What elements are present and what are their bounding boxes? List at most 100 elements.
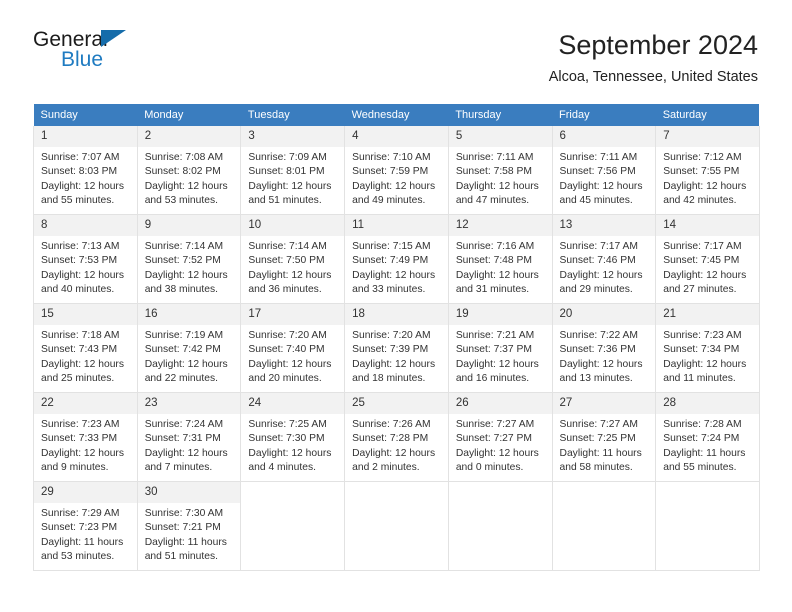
day-details: Sunrise: 7:15 AM Sunset: 7:49 PM Daylight:… [345,236,448,298]
sunrise-text: Sunrise: 7:13 AM [41,241,120,252]
general-blue-logo[interactable]: General Blue [33,28,233,84]
day-number: 6 [552,126,656,147]
calendar-week-row: 22 Sunrise: 7:23 AM Sunset: 7:33 PM Dayligh… [33,392,760,482]
calendar-day-cell[interactable]: 22 Sunrise: 7:23 AM Sunset: 7:33 PM Dayligh… [33,392,138,482]
calendar-day-cell[interactable]: 27 Sunrise: 7:27 AM Sunset: 7:25 PM Dayligh… [551,392,657,482]
calendar-day-cell[interactable]: 30 Sunrise: 7:30 AM Sunset: 7:21 PM Dayligh… [136,481,242,571]
calendar-day-cell[interactable]: 13 Sunrise: 7:17 AM Sunset: 7:46 PM Dayligh… [551,214,657,304]
calendar-day-cell[interactable]: 21 Sunrise: 7:23 AM Sunset: 7:34 PM Dayligh… [655,303,760,393]
sunrise-text: Sunrise: 7:27 AM [455,419,535,430]
daylight-text-line1: Daylight: 12 hours [352,269,436,281]
sunrise-text: Sunrise: 7:25 AM [248,419,327,430]
sunrise-text: Sunrise: 7:21 AM [455,330,535,341]
day-number: 9 [137,215,241,236]
calendar-day-cell[interactable]: 17 Sunrise: 7:20 AM Sunset: 7:40 PM Dayligh… [240,303,346,393]
calendar-day-cell[interactable]: 14 Sunrise: 7:17 AM Sunset: 7:45 PM Dayligh… [655,214,760,304]
day-details: Sunrise: 7:20 AM Sunset: 7:40 PM Daylight:… [241,325,344,387]
sunset-text: Sunset: 8:02 PM [144,166,221,178]
sunrise-text: Sunrise: 7:11 AM [559,152,638,163]
day-details: Sunrise: 7:17 AM Sunset: 7:46 PM Daylight:… [553,236,656,298]
sunset-text: Sunset: 7:37 PM [455,344,532,356]
daylight-text-line2: and 40 minutes. [41,284,115,296]
day-details: Sunrise: 7:09 AM Sunset: 8:01 PM Daylight:… [241,147,344,209]
calendar-day-cell[interactable]: 1 Sunrise: 7:07 AM Sunset: 8:03 PM Daylight… [33,126,138,215]
calendar-day-cell[interactable]: 19 Sunrise: 7:21 AM Sunset: 7:37 PM Dayligh… [447,303,553,393]
day-details: Sunrise: 7:27 AM Sunset: 7:27 PM Daylight:… [449,414,552,476]
day-details: Sunrise: 7:22 AM Sunset: 7:36 PM Daylight:… [553,325,656,387]
daylight-text-line2: and 9 minutes. [41,462,109,474]
calendar-day-cell[interactable]: 4 Sunrise: 7:10 AM Sunset: 7:59 PM Daylight… [344,126,449,215]
daylight-text-line2: and 38 minutes. [144,284,218,296]
triangle-icon [101,30,126,47]
day-details: Sunrise: 7:28 AM Sunset: 7:24 PM Daylight:… [656,414,759,476]
daylight-text-line1: Daylight: 12 hours [559,269,643,281]
sunset-text: Sunset: 7:23 PM [41,522,118,534]
calendar-day-cell[interactable]: 10 Sunrise: 7:14 AM Sunset: 7:50 PM Dayligh… [240,214,346,304]
daylight-text-line1: Daylight: 12 hours [352,447,436,459]
calendar-day-cell[interactable]: 20 Sunrise: 7:22 AM Sunset: 7:36 PM Dayligh… [551,303,657,393]
calendar-day-cell[interactable]: 8 Sunrise: 7:13 AM Sunset: 7:53 PM Daylight… [33,214,138,304]
daylight-text-line2: and 25 minutes. [41,373,115,385]
daylight-text-line2: and 31 minutes. [455,284,530,296]
daylight-text-line1: Daylight: 12 hours [352,180,436,192]
sunset-text: Sunset: 7:21 PM [144,522,221,534]
daylight-text-line1: Daylight: 12 hours [41,180,124,192]
day-number: 23 [137,393,241,414]
day-details: Sunrise: 7:30 AM Sunset: 7:21 PM Daylight:… [138,503,241,565]
sunrise-text: Sunrise: 7:19 AM [144,330,224,341]
calendar-day-cell[interactable]: 26 Sunrise: 7:27 AM Sunset: 7:27 PM Dayligh… [447,392,553,482]
calendar-day-cell[interactable]: 29 Sunrise: 7:29 AM Sunset: 7:23 PM Dayligh… [33,481,138,571]
daylight-text-line1: Daylight: 12 hours [144,447,228,459]
daylight-text-line1: Daylight: 12 hours [455,358,539,370]
daylight-text-line2: and 47 minutes. [455,195,530,207]
day-details: Sunrise: 7:19 AM Sunset: 7:42 PM Daylight:… [138,325,241,387]
calendar-day-cell[interactable]: 3 Sunrise: 7:09 AM Sunset: 8:01 PM Daylight… [240,126,346,215]
calendar-day-cell[interactable]: 9 Sunrise: 7:14 AM Sunset: 7:52 PM Daylight… [136,214,242,304]
calendar-day-cell[interactable]: 11 Sunrise: 7:15 AM Sunset: 7:49 PM Dayligh… [344,214,449,304]
calendar-day-cell[interactable]: 23 Sunrise: 7:24 AM Sunset: 7:31 PM Dayligh… [136,392,242,482]
sunrise-text: Sunrise: 7:23 AM [663,330,742,341]
calendar-day-cell[interactable]: 28 Sunrise: 7:28 AM Sunset: 7:24 PM Dayligh… [655,392,760,482]
day-number: 21 [656,304,759,325]
sunrise-text: Sunrise: 7:27 AM [559,419,638,430]
calendar-day-cell[interactable]: 2 Sunrise: 7:08 AM Sunset: 8:02 PM Daylight… [136,126,242,215]
calendar-header-row: Sunday Monday Tuesday Wednesday Thursday Frid… [33,104,760,126]
sunrise-text: Sunrise: 7:10 AM [352,152,431,163]
calendar-day-cell[interactable]: 5 Sunrise: 7:11 AM Sunset: 7:58 PM Daylight… [447,126,553,215]
daylight-text-line2: and 45 minutes. [559,195,633,207]
calendar-day-cell[interactable]: 15 Sunrise: 7:18 AM Sunset: 7:43 PM Dayligh… [33,303,138,393]
sunset-text: Sunset: 7:36 PM [559,344,636,356]
weekday-header-saturday: Saturday [655,104,760,126]
calendar-day-cell[interactable]: 16 Sunrise: 7:19 AM Sunset: 7:42 PM Dayligh… [136,303,242,393]
calendar-day-cell[interactable]: 24 Sunrise: 7:25 AM Sunset: 7:30 PM Dayligh… [240,392,346,482]
day-number: 5 [448,126,552,147]
daylight-text-line1: Daylight: 11 hours [559,447,642,459]
daylight-text-line1: Daylight: 12 hours [144,358,228,370]
sunset-text: Sunset: 7:46 PM [559,255,636,267]
calendar-day-cell[interactable]: 6 Sunrise: 7:11 AM Sunset: 7:56 PM Daylight… [551,126,657,215]
daylight-text-line2: and 11 minutes. [663,373,736,385]
calendar-day-cell-empty [240,481,346,571]
sunset-text: Sunset: 7:25 PM [559,433,636,445]
day-number: 14 [656,215,759,236]
calendar-day-cell[interactable]: 7 Sunrise: 7:12 AM Sunset: 7:55 PM Daylight… [655,126,760,215]
calendar-day-cell[interactable]: 25 Sunrise: 7:26 AM Sunset: 7:28 PM Dayligh… [344,392,449,482]
sunrise-text: Sunrise: 7:14 AM [144,241,224,252]
daylight-text-line2: and 53 minutes. [144,195,218,207]
calendar-day-cell[interactable]: 18 Sunrise: 7:20 AM Sunset: 7:39 PM Dayligh… [344,303,449,393]
sunrise-text: Sunrise: 7:18 AM [41,330,120,341]
sunset-text: Sunset: 7:48 PM [455,255,532,267]
day-details: Sunrise: 7:20 AM Sunset: 7:39 PM Daylight:… [345,325,448,387]
calendar-day-cell[interactable]: 12 Sunrise: 7:16 AM Sunset: 7:48 PM Dayligh… [447,214,553,304]
sunset-text: Sunset: 7:27 PM [455,433,532,445]
day-number: 17 [241,304,345,325]
daylight-text-line1: Daylight: 11 hours [41,536,124,548]
daylight-text-line2: and 29 minutes. [559,284,633,296]
day-details: Sunrise: 7:11 AM Sunset: 7:56 PM Daylight:… [553,147,656,209]
sunrise-text: Sunrise: 7:20 AM [352,330,431,341]
daylight-text-line2: and 20 minutes. [248,373,322,385]
daylight-text-line2: and 22 minutes. [144,373,218,385]
day-number: 28 [656,393,759,414]
day-details: Sunrise: 7:24 AM Sunset: 7:31 PM Daylight:… [138,414,241,476]
calendar-week-row: 15 Sunrise: 7:18 AM Sunset: 7:43 PM Dayligh… [33,303,760,393]
